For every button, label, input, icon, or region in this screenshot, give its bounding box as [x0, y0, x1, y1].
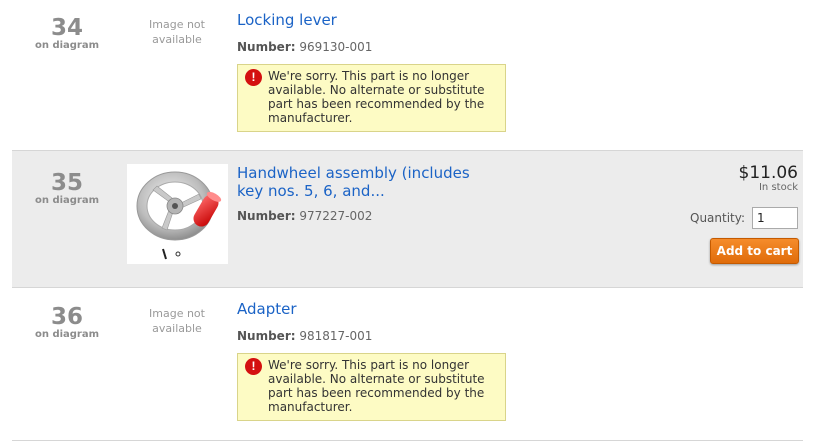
- part-number: Number: 969130-001: [237, 40, 372, 54]
- image-not-available: Image not available: [149, 307, 205, 335]
- quantity-label: Quantity:: [690, 211, 746, 225]
- unavailable-notice: ! We're sorry. This part is no longer av…: [237, 353, 506, 421]
- image-not-available: Image not available: [149, 18, 205, 46]
- part-title-link[interactable]: Adapter: [237, 300, 297, 318]
- diagram-number-value: 34: [50, 15, 83, 41]
- unavailable-notice: ! We're sorry. This part is no longer av…: [237, 64, 506, 132]
- stock-status: In stock: [758, 182, 798, 193]
- part-number-label: Number:: [237, 329, 296, 343]
- part-title-link[interactable]: Handwheel assembly (includes key nos. 5,…: [237, 164, 497, 200]
- part-number-value: 969130-001: [299, 40, 373, 54]
- part-number-value: 981817-001: [299, 329, 373, 343]
- part-row: 35 on diagram Handwheel assembly (includ…: [12, 151, 803, 288]
- unavailable-notice-text: We're sorry. This part is no longer avai…: [268, 358, 485, 414]
- diagram-number: 35 on diagram: [12, 171, 122, 207]
- part-row: 36 on diagram Image not available Adapte…: [12, 288, 803, 441]
- part-number-value: 977227-002: [299, 209, 373, 223]
- diagram-number-label: on diagram: [34, 40, 100, 51]
- add-to-cart-button[interactable]: Add to cart: [710, 238, 799, 264]
- diagram-number-value: 35: [50, 170, 83, 196]
- handwheel-image: [136, 171, 222, 260]
- part-thumbnail[interactable]: [127, 164, 228, 264]
- exclamation-circle-icon: !: [245, 69, 262, 86]
- exclamation-circle-icon: !: [245, 358, 262, 375]
- part-price: $11.06: [738, 163, 798, 183]
- diagram-number-value: 36: [50, 304, 83, 330]
- quantity-input[interactable]: [752, 207, 798, 229]
- diagram-number-label: on diagram: [34, 329, 100, 340]
- part-number-label: Number:: [237, 209, 296, 223]
- part-number: Number: 977227-002: [237, 209, 372, 223]
- diagram-number: 34 on diagram: [12, 16, 122, 52]
- part-row: 34 on diagram Image not available Lockin…: [12, 0, 803, 151]
- diagram-number: 36 on diagram: [12, 305, 122, 341]
- unavailable-notice-text: We're sorry. This part is no longer avai…: [268, 69, 485, 125]
- part-number: Number: 981817-001: [237, 329, 372, 343]
- part-title-link[interactable]: Locking lever: [237, 11, 337, 29]
- part-number-label: Number:: [237, 40, 296, 54]
- diagram-number-label: on diagram: [34, 195, 100, 206]
